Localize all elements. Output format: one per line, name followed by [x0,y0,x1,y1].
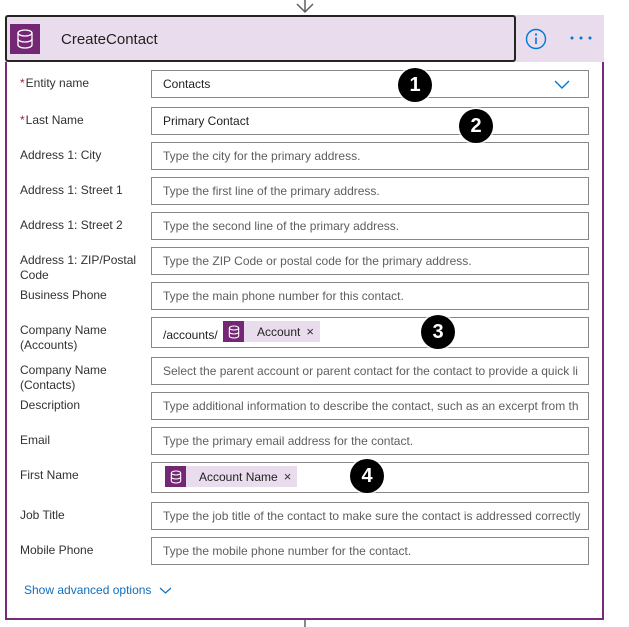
token-label: Account Name [199,469,278,484]
annotation-badge: 3 [421,315,455,349]
company-accounts-field[interactable]: /accounts/ Account × [151,317,589,348]
address-zip-placeholder: Type the ZIP Code or postal code for the… [163,254,472,268]
address-street1-label: Address 1: Street 1 [20,183,123,197]
business-phone-field[interactable]: Type the main phone number for this cont… [151,282,589,310]
description-label: Description [20,398,81,412]
annotation-badge: 4 [350,459,384,493]
last-name-field[interactable]: Primary Contact [151,107,589,135]
database-icon [165,466,186,487]
job-title-field[interactable]: Type the job title of the contact to mak… [151,502,589,530]
chevron-down-icon [160,587,172,594]
address-city-label: Address 1: City [20,148,102,162]
token-label: Account [257,324,301,339]
last-name-value: Primary Contact [163,114,250,128]
down-arrow-icon [296,0,314,14]
email-label: Email [20,433,51,447]
chevron-down-icon[interactable] [554,78,570,90]
address-street1-placeholder: Type the first line of the primary addre… [163,184,380,198]
dynamic-content-token-account-name[interactable]: Account Name × [165,466,298,487]
entity-name-value: Contacts [163,77,211,91]
database-icon [223,321,244,342]
entity-name-label: *Entity name [20,76,90,90]
first-name-label: First Name [20,468,79,482]
mobile-phone-placeholder: Type the mobile phone number for the con… [163,544,412,558]
address-zip-label: Address 1: ZIP/Postal Code [20,253,137,282]
mobile-phone-field[interactable]: Type the mobile phone number for the con… [151,537,589,565]
company-accounts-prefix: /accounts/ [163,328,218,342]
address-city-field[interactable]: Type the city for the primary address. [151,142,589,170]
company-accounts-label: Company Name (Accounts) [20,323,107,352]
show-advanced-options-link[interactable]: Show advanced options [24,583,172,597]
description-placeholder: Type additional information to describe … [163,399,579,413]
business-phone-placeholder: Type the main phone number for this cont… [163,289,404,303]
address-zip-field[interactable]: Type the ZIP Code or postal code for the… [151,247,589,275]
database-icon [10,24,40,54]
entity-name-select[interactable]: Contacts [151,70,589,98]
remove-token-button[interactable]: × [300,324,320,339]
company-contacts-label: Company Name (Contacts) [20,363,107,392]
advanced-options-label: Show advanced options [24,583,152,597]
address-street2-field[interactable]: Type the second line of the primary addr… [151,212,589,240]
address-street2-label: Address 1: Street 2 [20,218,123,232]
business-phone-label: Business Phone [20,288,107,302]
dynamic-content-token-account[interactable]: Account × [223,321,320,342]
remove-token-button[interactable]: × [278,469,298,484]
mobile-phone-label: Mobile Phone [20,543,94,557]
address-street2-placeholder: Type the second line of the primary addr… [163,219,400,233]
more-icon[interactable] [568,29,594,47]
job-title-label: Job Title [20,508,65,522]
address-street1-field[interactable]: Type the first line of the primary addre… [151,177,589,205]
email-placeholder: Type the primary email address for the c… [163,434,414,448]
company-contacts-placeholder: Select the parent account or parent cont… [163,364,578,378]
annotation-badge: 1 [398,68,432,102]
description-field[interactable]: Type additional information to describe … [151,392,589,420]
email-field[interactable]: Type the primary email address for the c… [151,427,589,455]
company-contacts-field[interactable]: Select the parent account or parent cont… [151,357,589,385]
address-city-placeholder: Type the city for the primary address. [163,149,361,163]
job-title-placeholder: Type the job title of the contact to mak… [163,509,581,523]
last-name-label: *Last Name [20,113,84,127]
info-icon[interactable] [525,28,547,50]
flow-connector-line [304,620,306,627]
action-title[interactable]: CreateContact [61,31,158,48]
annotation-badge: 2 [459,109,493,143]
